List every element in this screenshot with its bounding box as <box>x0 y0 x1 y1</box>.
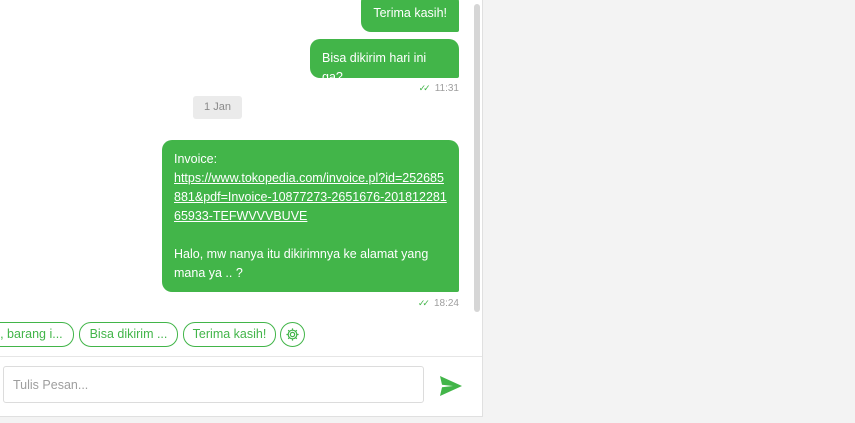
message-text: Halo, mw nanya itu dikirimnya ke alamat … <box>174 247 429 280</box>
right-empty-area <box>483 0 855 423</box>
message-text: Terima kasih! <box>373 6 447 20</box>
message-bubble-sent: Terima kasih! <box>361 0 459 32</box>
quick-reply-settings-button[interactable] <box>280 322 305 347</box>
message-bubble-sent: Bisa dikirim hari ini ga? <box>310 39 459 84</box>
bottom-strip <box>0 417 483 423</box>
invoice-label: Invoice: <box>174 152 218 166</box>
message-text: Bisa dikirim hari ini ga? <box>322 51 427 84</box>
message-time: 18:24 <box>433 298 459 309</box>
scrollbar[interactable] <box>472 4 480 312</box>
double-check-icon: ✓✓ <box>417 298 430 308</box>
send-icon <box>440 376 462 396</box>
message-input[interactable] <box>3 366 424 403</box>
invoice-link[interactable]: https://www.tokopedia.com/invoice.pl?id=… <box>174 169 447 226</box>
scrollbar-thumb[interactable] <box>474 4 480 312</box>
date-separator: 1 Jan <box>193 96 242 119</box>
quick-reply-chip[interactable]: i, barang i... <box>0 322 74 347</box>
message-meta: ✓✓ 11:31 <box>419 83 459 94</box>
composer-divider <box>0 356 482 357</box>
send-button[interactable] <box>438 374 464 398</box>
quick-reply-chip[interactable]: Terima kasih! <box>183 322 276 347</box>
quick-reply-chip[interactable]: Bisa dikirim ... <box>79 322 178 347</box>
gear-icon <box>286 328 299 341</box>
double-check-icon: ✓✓ <box>418 83 431 93</box>
chat-panel: Terima kasih! Bisa dikirim hari ini ga? … <box>0 0 483 417</box>
message-bubble-sent: Invoice: https://www.tokopedia.com/invoi… <box>162 140 459 292</box>
message-time: 11:31 <box>434 83 459 94</box>
message-meta: ✓✓ 18:24 <box>418 298 459 309</box>
